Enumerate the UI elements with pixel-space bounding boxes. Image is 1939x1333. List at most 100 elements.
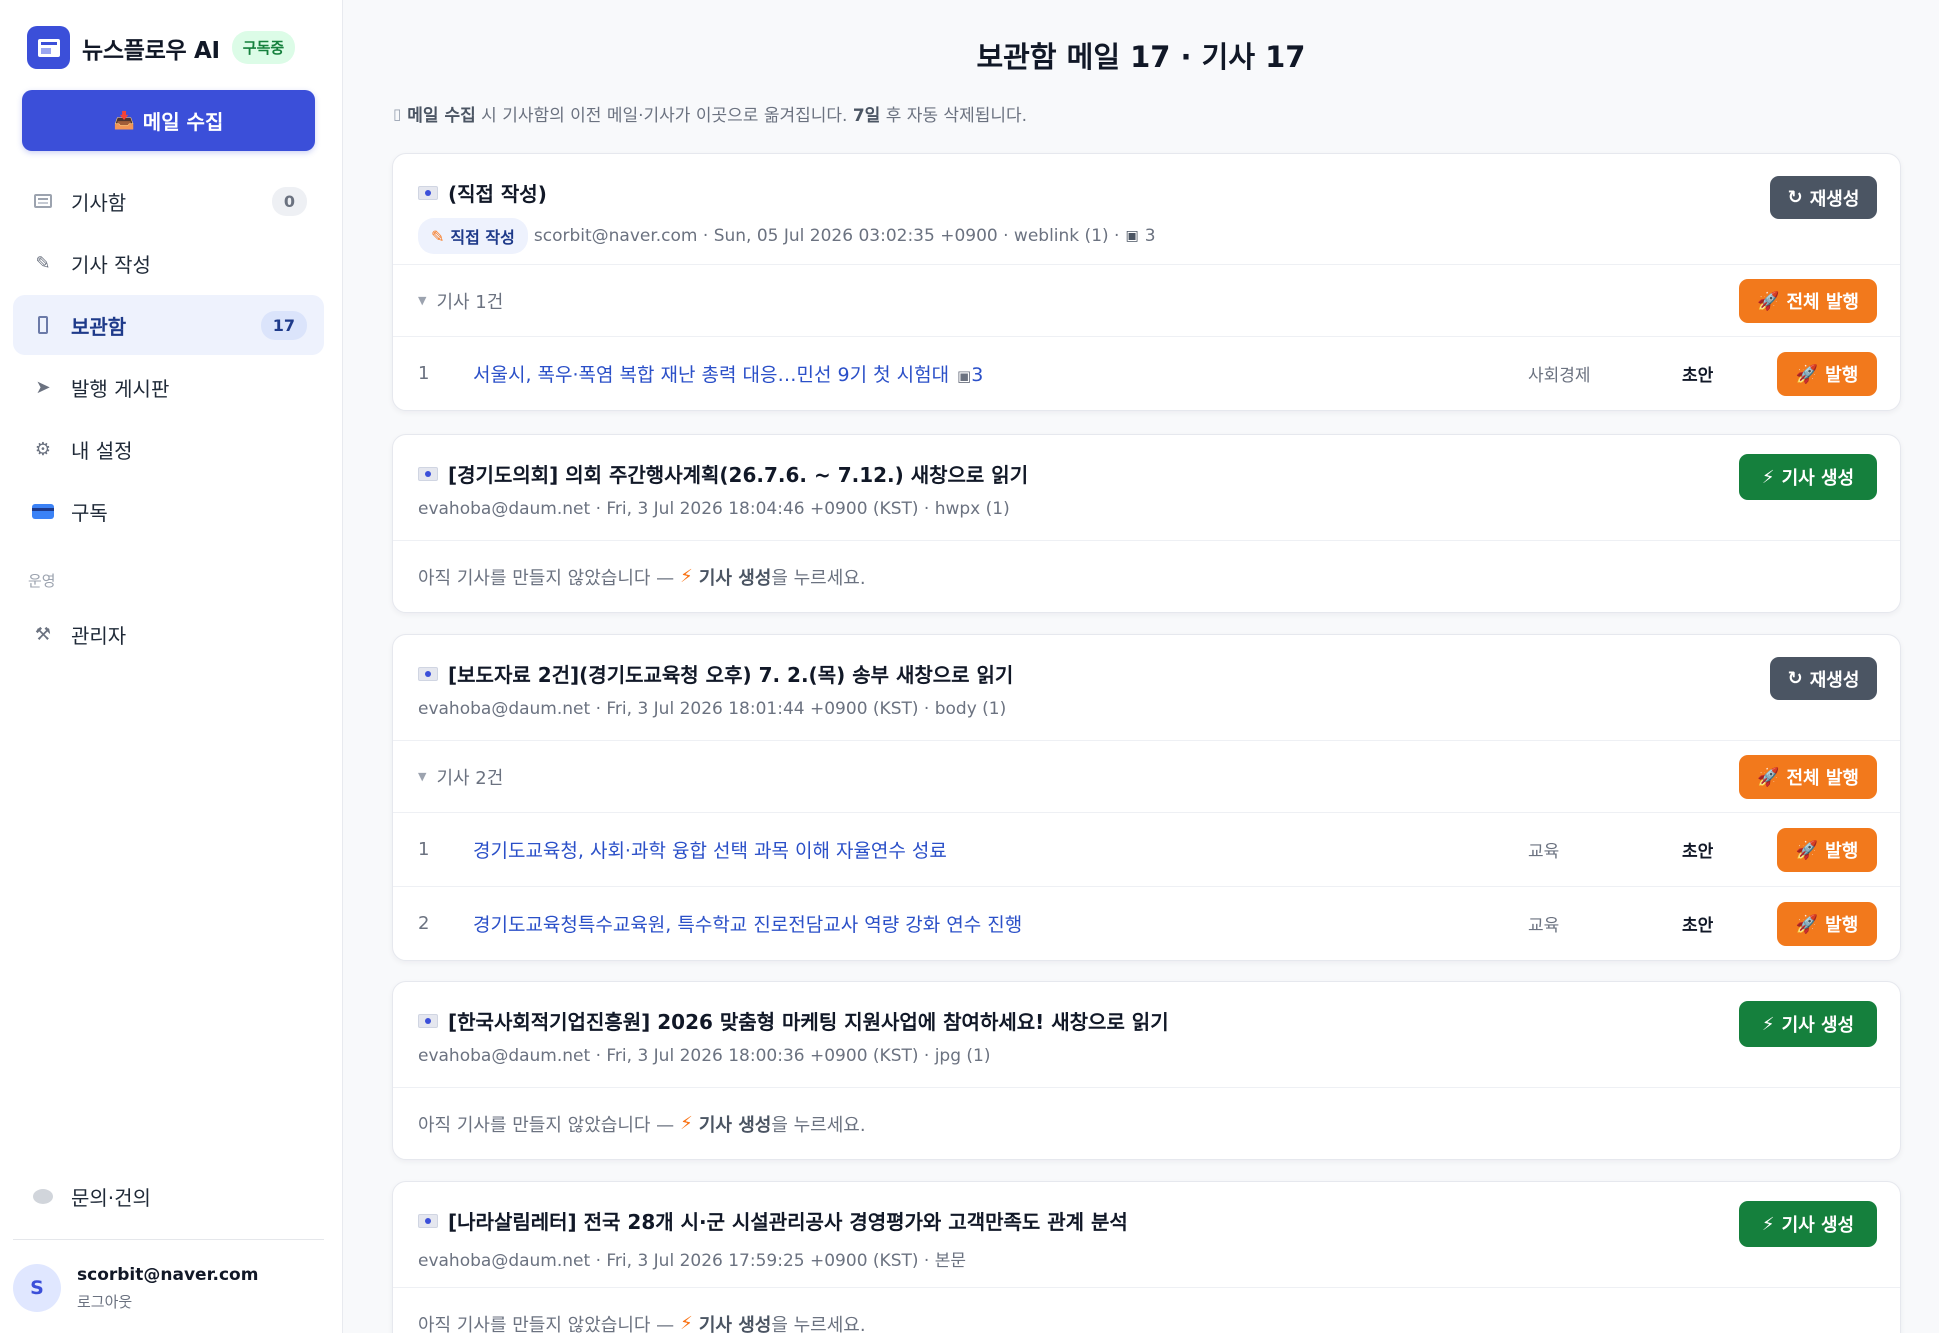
article-row: 1 경기도교육청, 사회·과학 융합 선택 과목 이해 자율연수 성료 교육 초… (393, 812, 1900, 886)
mail-header: [나라살림레터] 전국 28개 시·군 시설관리공사 경영평가와 고객만족도 관… (393, 1182, 1900, 1287)
sidebar-item-label: 구독 (71, 500, 108, 525)
sidebar-item-subscription[interactable]: 구독 (13, 481, 324, 541)
brand[interactable]: 뉴스플로우 AI 구독중 (27, 26, 296, 69)
empty-text: 을 누르세요. (771, 1114, 866, 1136)
article-status: 초안 (1682, 916, 1714, 936)
bolt-icon: ⚡ (680, 566, 693, 587)
mail-title: [보도자료 2건](경기도교육청 오후) 7. 2.(목) 송부 새창으로 읽기 (448, 663, 1014, 687)
empty-text: 아직 기사를 만들지 않았습니다 — (418, 1314, 675, 1333)
article-link[interactable]: 경기도교육청, 사회·과학 융합 선택 과목 이해 자율연수 성료 (473, 836, 947, 863)
sidebar-item-label: 발행 게시판 (71, 376, 170, 401)
mail-header: [보도자료 2건](경기도교육청 오후) 7. 2.(목) 송부 새창으로 읽기… (393, 635, 1900, 740)
sidebar-item-board[interactable]: ➤ 발행 게시판 (13, 357, 324, 417)
chip-label: 직접 작성 (450, 228, 515, 247)
user-email: scorbit@naver.com (77, 1264, 259, 1285)
publish-button[interactable]: 🚀 발행 (1777, 352, 1877, 396)
mail-card: (직접 작성) ✎ 직접 작성 scorbit@naver.com · Sun, … (392, 153, 1901, 411)
article-category: 교육 (1528, 842, 1560, 862)
rocket-icon: 🚀 (1757, 290, 1780, 312)
article-category: 사회경제 (1528, 366, 1591, 386)
bolt-icon: ⚡ (680, 1113, 693, 1134)
publish-button[interactable]: 🚀 발행 (1777, 902, 1877, 946)
publish-all-button[interactable]: 🚀 전체 발행 (1739, 755, 1877, 799)
generate-article-button[interactable]: ⚡ 기사 생성 (1739, 1001, 1877, 1047)
mail-card: [경기도의회] 의회 주간행사계획(26.7.6. ~ 7.12.) 새창으로 … (392, 434, 1901, 613)
regenerate-button[interactable]: ↻ 재생성 (1770, 657, 1877, 700)
photo-count: 3 (971, 364, 984, 386)
mail-card: [한국사회적기업진흥원] 2026 맞춤형 마케팅 지원사업에 참여하세요! 새… (392, 981, 1901, 1160)
mail-meta: evahoba@daum.net · Fri, 3 Jul 2026 18:04… (418, 499, 1010, 519)
credit-card-icon (30, 503, 56, 519)
page-title: 보관함 메일 17 · 기사 17 (976, 40, 1306, 74)
logout-link[interactable]: 로그아웃 (77, 1291, 258, 1312)
mail-title: [나라살림레터] 전국 28개 시·군 시설관리공사 경영평가와 고객만족도 관… (448, 1210, 1128, 1234)
article-title: 서울시, 폭우·폭염 복합 재난 총력 대응…민선 9기 첫 시험대 (473, 364, 950, 386)
empty-state: 아직 기사를 만들지 않았습니다 — ⚡ 기사 생성을 누르세요. (393, 1287, 1900, 1333)
articles-toggle[interactable]: ▼ 기사 2건 🚀 전체 발행 (393, 740, 1900, 812)
mail-header: (직접 작성) ✎ 직접 작성 scorbit@naver.com · Sun, … (393, 154, 1900, 264)
mail-card: [나라살림레터] 전국 28개 시·군 시설관리공사 경영평가와 고객만족도 관… (392, 1181, 1901, 1333)
sidebar-item-label: 관리자 (71, 623, 127, 648)
admin-nav: ⚒ 관리자 (13, 604, 324, 666)
refresh-icon: ↻ (1787, 187, 1803, 208)
sidebar-item-label: 내 설정 (71, 438, 133, 463)
empty-state: 아직 기사를 만들지 않았습니다 — ⚡ 기사 생성을 누르세요. (393, 1087, 1900, 1159)
rocket-icon: 🚀 (1795, 839, 1819, 861)
newspaper-icon (30, 194, 56, 208)
sidebar-item-archive[interactable]: 보관함 17 (13, 295, 324, 355)
mail-title: [경기도의회] 의회 주간행사계획(26.7.6. ~ 7.12.) 새창으로 … (448, 463, 1029, 487)
sidebar: 뉴스플로우 AI 구독중 📥 메일 수집 기사함 0 ✎ 기사 작성 보관함 1… (0, 0, 343, 1333)
pencil-icon: ✎ (431, 226, 445, 246)
count-badge: 17 (260, 310, 307, 340)
mail-title: (직접 작성) (448, 182, 547, 206)
article-link[interactable]: 서울시, 폭우·폭염 복합 재난 총력 대응…민선 9기 첫 시험대 ▣3 (473, 360, 983, 387)
empty-text: 을 누르세요. (771, 1314, 866, 1333)
sidebar-item-feedback[interactable]: 문의·건의 (13, 1166, 324, 1226)
article-number: 1 (418, 839, 430, 860)
count-badge: 0 (271, 186, 307, 216)
article-link[interactable]: 경기도교육청특수교육원, 특수학교 진로전담교사 역량 강화 연수 진행 (473, 910, 1022, 937)
button-label: 재생성 (1809, 669, 1860, 691)
empty-bold: 기사 생성 (698, 1314, 772, 1333)
bolt-icon: ⚡ (1761, 1213, 1775, 1235)
sidebar-item-label: 문의·건의 (71, 1185, 151, 1210)
main-content: 보관함 메일 17 · 기사 17 ▯ 메일 수집 시 기사함의 이전 메일·기… (343, 0, 1939, 1333)
generate-article-button[interactable]: ⚡ 기사 생성 (1739, 1201, 1877, 1247)
mail-header: [한국사회적기업진흥원] 2026 맞춤형 마케팅 지원사업에 참여하세요! 새… (393, 982, 1900, 1087)
camera-icon: ▣ (957, 367, 972, 385)
feedback-nav: 문의·건의 (13, 1166, 324, 1228)
chevron-down-icon: ▼ (418, 770, 427, 783)
notice-bold: 메일 수집 (407, 106, 476, 126)
photo-count: 3 (1144, 226, 1156, 246)
button-label: 기사 생성 (1781, 1215, 1855, 1236)
subscription-badge: 구독중 (231, 31, 296, 64)
button-label: 기사 생성 (1781, 1015, 1855, 1036)
sidebar-item-admin[interactable]: ⚒ 관리자 (13, 604, 324, 664)
tools-icon: ⚒ (34, 623, 52, 645)
button-label: 발행 (1825, 841, 1859, 862)
refresh-icon: ↻ (1787, 668, 1803, 689)
articles-toggle[interactable]: ▼ 기사 1건 🚀 전체 발행 (393, 264, 1900, 336)
publish-all-button[interactable]: 🚀 전체 발행 (1739, 279, 1877, 323)
collect-mail-label: 메일 수집 (142, 110, 224, 134)
publish-button[interactable]: 🚀 발행 (1777, 828, 1877, 872)
sidebar-item-label: 보관함 (71, 314, 127, 339)
mail-icon (418, 466, 438, 481)
sidebar-item-settings[interactable]: ⚙ 내 설정 (13, 419, 324, 479)
direct-write-chip: ✎ 직접 작성 (418, 218, 528, 254)
empty-text: 아직 기사를 만들지 않았습니다 — (418, 1114, 675, 1136)
collect-mail-button[interactable]: 📥 메일 수집 (22, 90, 315, 151)
bolt-icon: ⚡ (680, 1313, 693, 1333)
mail-title: [한국사회적기업진흥원] 2026 맞춤형 마케팅 지원사업에 참여하세요! 새… (448, 1010, 1169, 1034)
generate-article-button[interactable]: ⚡ 기사 생성 (1739, 454, 1877, 500)
regenerate-button[interactable]: ↻ 재생성 (1770, 176, 1877, 219)
notice-bold: 7일 (852, 106, 881, 126)
brand-name: 뉴스플로우 AI (82, 37, 220, 64)
sidebar-item-write[interactable]: ✎ 기사 작성 (13, 233, 324, 293)
empty-text: 아직 기사를 만들지 않았습니다 — (418, 567, 675, 589)
articles-count: 기사 2건 (436, 767, 504, 789)
articles-count: 기사 1건 (436, 291, 504, 313)
article-row: 1 서울시, 폭우·폭염 복합 재난 총력 대응…민선 9기 첫 시험대 ▣3 사… (393, 336, 1900, 410)
button-label: 전체 발행 (1786, 292, 1859, 313)
sidebar-item-articles[interactable]: 기사함 0 (13, 171, 324, 231)
